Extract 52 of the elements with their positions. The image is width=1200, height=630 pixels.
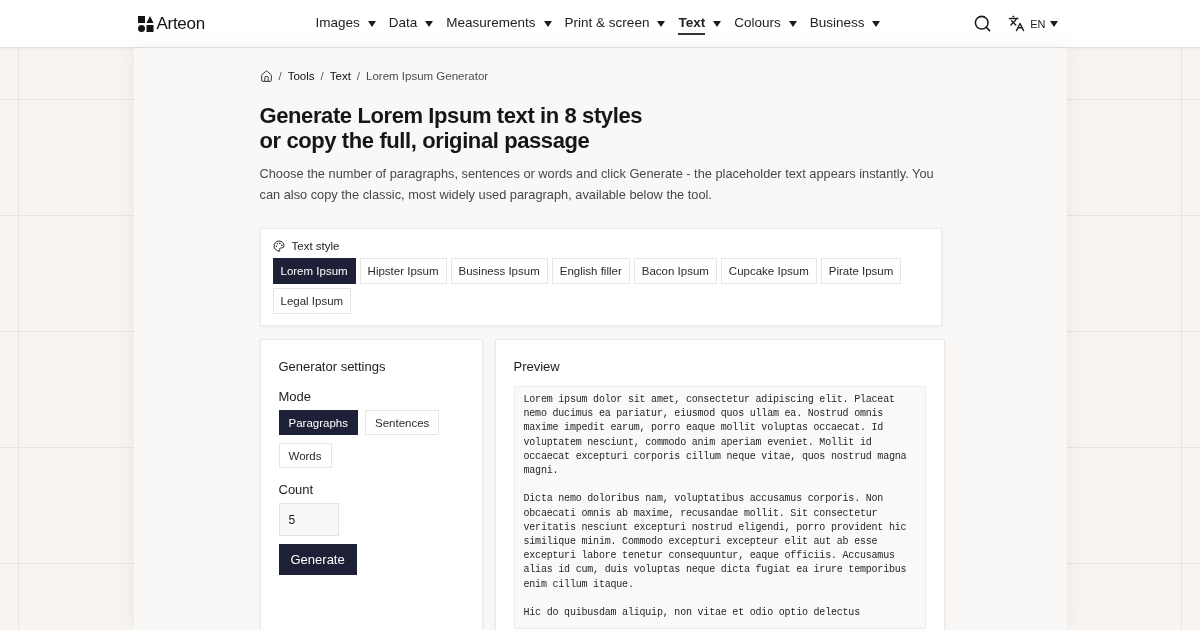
caret-icon: [713, 20, 722, 27]
palette-icon: [272, 240, 285, 252]
nav-menu-button[interactable]: Measurements: [446, 12, 552, 35]
caret-icon: [788, 20, 797, 27]
nav-menu-button[interactable]: Images: [315, 12, 376, 35]
page-title: Generate Lorem Ipsum text in 8 styles or copy the full, original passage: [259, 103, 644, 153]
logo-icon: [137, 15, 154, 32]
home-icon[interactable]: [259, 69, 273, 83]
style-option-button[interactable]: English filler: [551, 258, 630, 284]
caret-icon: [1050, 20, 1059, 27]
caret-icon: [367, 20, 376, 27]
style-option-button[interactable]: Cupcake Ipsum: [720, 258, 817, 284]
search-icon: [973, 14, 993, 33]
mode-button[interactable]: Words: [278, 443, 332, 468]
breadcrumb-current-page: Lorem Ipsum Generator: [366, 70, 489, 82]
settings-title: Generator settings: [278, 359, 387, 375]
language-button[interactable]: EN: [1008, 15, 1059, 32]
breadcrumb-separator: /: [278, 70, 282, 82]
style-option-button[interactable]: Bacon Ipsum: [633, 258, 717, 284]
style-option-button[interactable]: Pirate Ipsum: [820, 258, 902, 284]
nav-menu-button[interactable]: Text: [678, 12, 722, 35]
text-style-label: Text style: [291, 240, 340, 252]
nav-menu-button[interactable]: Data: [388, 12, 434, 35]
translate-icon: [1008, 15, 1026, 32]
preview-title: Preview: [513, 359, 561, 375]
breadcrumb-link[interactable]: Text: [329, 70, 351, 82]
breadcrumb-link[interactable]: Tools: [287, 70, 315, 82]
caret-icon: [657, 20, 666, 27]
style-option-button[interactable]: Hipster Ipsum: [359, 258, 447, 284]
page-description: Choose the number of paragraphs, sentences or words and click Generate - the placeholder text appears instantly. You can also copy the classic, most widely used paragraph, available below the tool.: [259, 165, 935, 204]
preview-paragraph: Hic do quibusdam aliquip, non vitae et odio optio delectus: [523, 606, 861, 620]
nav-menu-button[interactable]: Colours: [734, 12, 797, 35]
style-option-button[interactable]: Lorem Ipsum: [272, 258, 356, 284]
nav-menu-button[interactable]: Business: [809, 12, 881, 35]
preview-paragraph: Dicta nemo doloribus nam, voluptatibus accusamus corporis. Non obcaecati omnis ab maxime, recusandae mollit. Sit consectetur veritatis nesciunt excepturi nostrud eligendi, porro provident hic similique minim. Commodo excepturi excepteur elit aut ab esse excepturi labore tenetur consequuntur, eaque officiis. Accusamus alias id cum, duis voluptas neque dicta fugiat ea irure temporibus enim cillum itaque.: [523, 492, 908, 592]
count-input[interactable]: 5: [278, 503, 339, 536]
style-option-button[interactable]: Business Ipsum: [450, 258, 548, 284]
count-label: Count: [278, 482, 315, 498]
generate-button[interactable]: Generate: [278, 544, 357, 575]
caret-icon: [872, 20, 881, 27]
mode-button[interactable]: Paragraphs: [278, 410, 358, 435]
caret-icon: [425, 20, 434, 27]
nav-menu-button[interactable]: Print & screen: [564, 12, 666, 35]
logo[interactable]: Arteon: [137, 13, 205, 34]
mode-button[interactable]: Sentences: [364, 410, 440, 435]
breadcrumb-separator: /: [356, 70, 361, 82]
style-option-button[interactable]: Legal Ipsum: [272, 288, 352, 314]
caret-icon: [543, 20, 552, 27]
search-button[interactable]: [973, 14, 993, 33]
preview-paragraph: Lorem ipsum dolor sit amet, consectetur adipiscing elit. Placeat nemo ducimus ea pariatur, eiusmod quos ullam ea. Nostrud omnis maxime impedit earum, porro eaque mollit voluptas occaecat. Id voluptatem nesciunt, commodo anim aperiam eveniet. Mollit id occaecat excepturi corporis cillum neque vitae, quos nostrud magna magni.: [523, 393, 908, 478]
mode-label: Mode: [278, 389, 313, 405]
breadcrumb-separator: /: [320, 70, 324, 82]
